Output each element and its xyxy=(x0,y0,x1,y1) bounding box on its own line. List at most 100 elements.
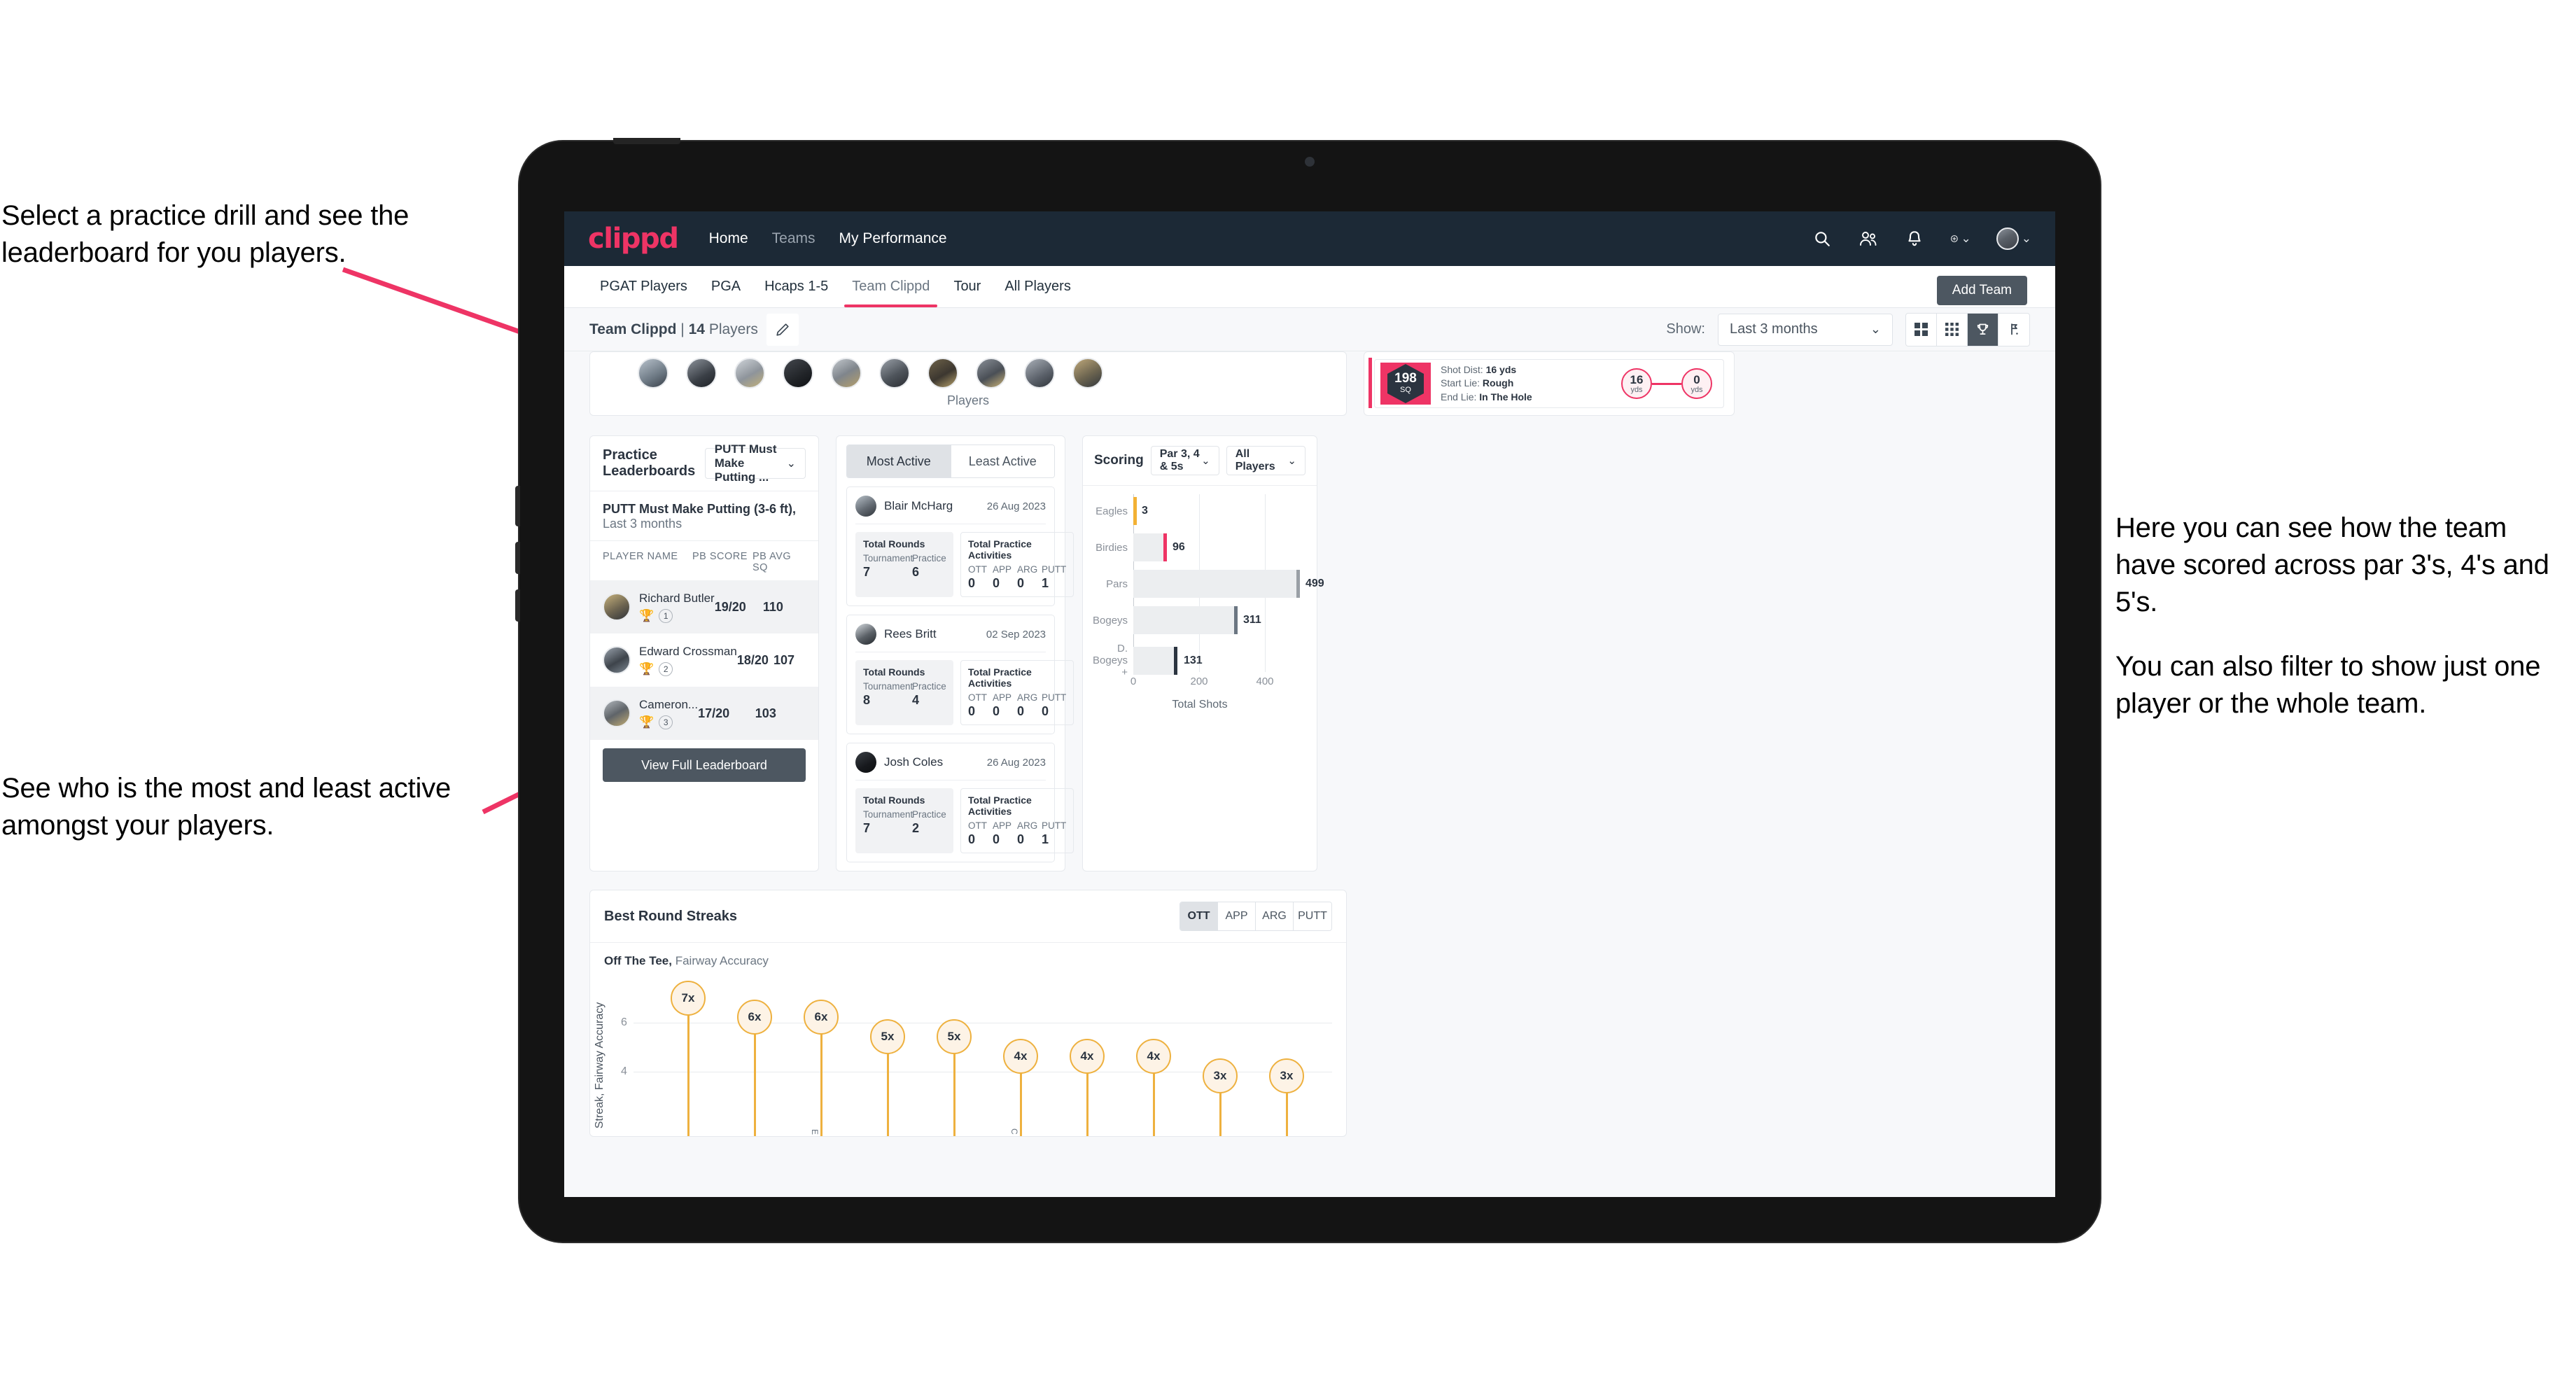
player-avatar[interactable] xyxy=(976,358,1007,388)
practice-ott-value: 0 xyxy=(968,576,976,590)
tablet-power-button[interactable] xyxy=(613,138,680,144)
shot-dist-label: Shot Dist: xyxy=(1441,364,1483,376)
leaderboard-name-block: Edward Crossman 🏆 2 xyxy=(639,645,737,676)
player-avatar[interactable] xyxy=(686,358,717,388)
column-header-player-name: PLAYER NAME xyxy=(603,551,678,562)
streaks-lollipop-stem xyxy=(753,1018,756,1136)
trophy-icon[interactable] xyxy=(1968,313,1998,346)
tablet-volume-up-button[interactable] xyxy=(515,542,520,574)
par-filter-select[interactable]: Par 3, 4 & 5s ⌄ xyxy=(1150,446,1219,475)
practice-ott-label: OTT xyxy=(968,692,987,703)
total-rounds-box: Total Rounds Tournament 7 Practice 6 xyxy=(855,532,953,597)
streaks-x-tick: C xyxy=(1009,1128,1019,1135)
tab-pgat-players[interactable]: PGAT Players xyxy=(588,266,699,307)
chart-x-axis-label: Total Shots xyxy=(1172,699,1228,710)
activity-player-name: Rees Britt xyxy=(884,627,937,640)
chart-bar-pars: Pars 499 xyxy=(1093,570,1324,598)
dashboard-row-3: Best Round Streaks OTT APP ARG PUTT Off … xyxy=(589,890,2030,1137)
streaks-toggle-arg[interactable]: ARG xyxy=(1256,902,1294,930)
tablet-volume-down-button[interactable] xyxy=(515,589,520,622)
list-item[interactable]: Blair McHarg 26 Aug 2023 Total Rounds To… xyxy=(846,486,1074,606)
nav-link-my-performance[interactable]: My Performance xyxy=(839,230,947,247)
streaks-toggle-ott[interactable]: OTT xyxy=(1180,902,1218,930)
practice-activities-box: Total Practice Activities OTT 0 APP 0 ARG 0… xyxy=(960,788,1074,853)
player-avatar[interactable] xyxy=(1072,358,1103,388)
practice-app-col: APP 0 xyxy=(993,820,1017,847)
player-avatar[interactable] xyxy=(783,358,813,388)
tab-tour[interactable]: Tour xyxy=(941,266,993,307)
tab-team-clippd[interactable]: Team Clippd xyxy=(840,266,941,307)
rounds-tournament-col: Tournament 7 xyxy=(863,809,913,836)
leaderboard-badges: 🏆 2 xyxy=(639,662,737,676)
chart-bar-label-pars: Pars xyxy=(1106,578,1128,590)
rounds-practice-value: 2 xyxy=(912,821,920,835)
bell-icon[interactable] xyxy=(1904,228,1925,249)
chart-bar-birdies: Birdies 96 xyxy=(1093,533,1307,561)
edit-team-button[interactable] xyxy=(766,313,799,346)
annotation-practice-drill-text: Select a practice drill and see the lead… xyxy=(1,200,410,268)
start-lie-line: Start Lie: Rough xyxy=(1441,377,1532,390)
table-row[interactable]: Edward Crossman 🏆 2 18/20 107 xyxy=(590,634,818,687)
chart-bar-value-pars: 499 xyxy=(1306,578,1324,589)
period-select[interactable]: Last 3 months ⌄ xyxy=(1718,313,1893,346)
column-header-pb-avg-sq: PB AVG SQ xyxy=(752,551,792,573)
nav-link-home[interactable]: Home xyxy=(709,230,748,247)
player-avatar[interactable] xyxy=(927,358,958,388)
table-row[interactable]: Richard Butler 🏆 1 19/20 110 xyxy=(590,580,818,634)
view-full-leaderboard-button[interactable]: View Full Leaderboard xyxy=(603,748,806,782)
chart-bar-label-birdies: Birdies xyxy=(1096,541,1128,554)
add-team-button[interactable]: Add Team xyxy=(1936,276,2027,305)
rounds-practice-col: Practice 4 xyxy=(912,681,946,708)
chevron-down-icon-add[interactable]: ⌄ xyxy=(1961,232,1971,246)
practice-arg-label: ARG xyxy=(1017,692,1038,703)
tablet-camera xyxy=(1305,157,1315,167)
annotation-gap xyxy=(2115,620,2570,648)
activity-stats: Total Rounds Tournament 8 Practice 4 Tot… xyxy=(855,660,1074,725)
practice-app-value: 0 xyxy=(993,832,1000,846)
player-avatar[interactable] xyxy=(1024,358,1055,388)
people-icon[interactable] xyxy=(1858,228,1879,249)
players-caption: Players xyxy=(946,393,990,407)
player-filter-select[interactable]: All Players ⌄ xyxy=(1226,446,1306,475)
nav-link-teams[interactable]: Teams xyxy=(772,230,816,247)
list-item[interactable]: Rees Britt 02 Sep 2023 Total Rounds Tour… xyxy=(846,615,1074,734)
rounds-practice-label: Practice xyxy=(912,809,946,820)
rank-badge: 2 xyxy=(659,662,673,676)
player-avatar[interactable] xyxy=(638,358,668,388)
tab-hcaps-1-5[interactable]: Hcaps 1-5 xyxy=(752,266,840,307)
practice-arg-col: ARG 0 xyxy=(1017,564,1042,591)
streaks-toggle-putt[interactable]: PUTT xyxy=(1294,902,1331,930)
end-yards-value: 0 xyxy=(1693,372,1700,386)
activity-player-header: Rees Britt 02 Sep 2023 xyxy=(855,624,1046,652)
drill-select[interactable]: PUTT Must Make Putting ... ⌄ xyxy=(704,442,806,484)
search-icon[interactable] xyxy=(1812,228,1833,249)
player-avatar[interactable] xyxy=(734,358,765,388)
chevron-down-icon-user[interactable]: ⌄ xyxy=(2022,232,2031,246)
grid-small-icon[interactable] xyxy=(1937,313,1968,346)
annotation-most-least-active-text: See who is the most and least active amo… xyxy=(1,773,451,841)
user-menu[interactable]: ⌄ xyxy=(1996,227,2031,250)
player-avatar[interactable] xyxy=(879,358,910,388)
avatar[interactable] xyxy=(1996,227,2019,250)
grid-large-icon[interactable] xyxy=(1906,313,1937,346)
tablet-side-button-1[interactable] xyxy=(515,486,520,526)
tab-pga[interactable]: PGA xyxy=(699,266,752,307)
list-item[interactable]: Josh Coles 26 Aug 2023 Total Rounds Tour… xyxy=(846,743,1074,862)
leaderboard-header: Practice Leaderboards PUTT Must Make Put… xyxy=(590,436,818,491)
streaks-lollipop-label: 4x xyxy=(1136,1039,1171,1074)
tab-all-players[interactable]: All Players xyxy=(993,266,1082,307)
table-row[interactable]: Cameron... 🏆 3 17/20 103 xyxy=(590,687,818,740)
streaks-toggle-app[interactable]: APP xyxy=(1218,902,1256,930)
team-title: Team Clippd | 14 Players xyxy=(589,321,758,338)
chart-bar-label-bogeys: Bogeys xyxy=(1093,614,1128,626)
practice-app-value: 0 xyxy=(993,704,1000,718)
start-lie-value: Rough xyxy=(1482,377,1514,389)
tab-most-active[interactable]: Most Active xyxy=(847,445,951,477)
flag-icon[interactable] xyxy=(1998,314,2029,346)
streaks-lollipop-label: 5x xyxy=(870,1019,905,1054)
player-avatar[interactable] xyxy=(831,358,862,388)
tab-least-active[interactable]: Least Active xyxy=(950,445,1054,477)
clippd-logo[interactable]: clippd xyxy=(588,223,679,255)
chart-xtick-400: 400 xyxy=(1256,676,1274,687)
plus-circle-icon[interactable]: ⌄ xyxy=(1950,228,1971,249)
